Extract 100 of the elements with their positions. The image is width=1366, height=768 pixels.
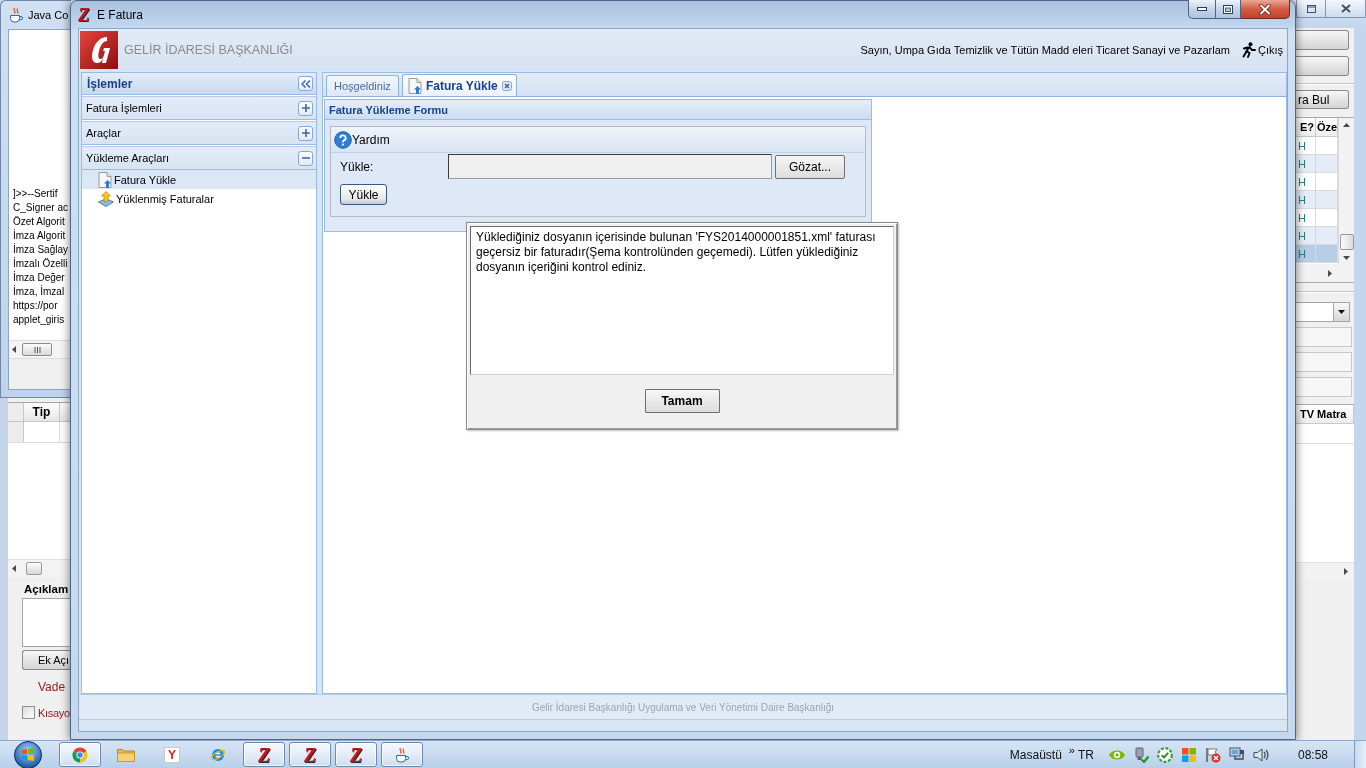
toggle-button[interactable] [298, 125, 313, 141]
close-icon[interactable] [501, 80, 512, 91]
ok-button[interactable]: Tamam [644, 389, 720, 413]
network-icon[interactable] [1228, 746, 1245, 763]
right-arrow-icon[interactable] [1344, 568, 1348, 575]
accordion-header[interactable]: Yükleme Araçları [82, 146, 316, 170]
ringed-circle-icon [210, 746, 226, 763]
collapse-button[interactable] [298, 76, 313, 91]
console-line: İmza Algorit [13, 229, 66, 243]
checkbox[interactable] [22, 706, 35, 719]
accordion-header[interactable]: Fatura İşlemleri [82, 96, 316, 120]
check-circle-icon[interactable] [1156, 746, 1173, 763]
desktop-toolbar[interactable]: Masaüstü [1009, 747, 1062, 762]
file-path-field[interactable] [448, 154, 772, 179]
console-line: İmza Sağlay [13, 243, 69, 257]
dropdown[interactable] [1296, 302, 1350, 322]
find-button[interactable]: ra Bul [1296, 90, 1349, 109]
grip-icon [33, 346, 41, 353]
speaker-icon[interactable] [1252, 746, 1269, 763]
left-arrow-icon[interactable] [12, 346, 16, 353]
logo-icon [80, 31, 118, 69]
maximize-icon [1306, 4, 1316, 13]
console-line: Özet Algorit [13, 215, 65, 229]
console-line: İmza Değer [13, 271, 65, 285]
input-field[interactable] [1296, 352, 1352, 372]
message-text: Yüklediğiniz dosyanın içerisinde bulunan 'FYS2014000001851.xml' faturası geçersiz bir faturadır(Şema kontrolünden geçemedi). Lütfen yüklediğiniz dosyanın içeriğini kontrol ediniz. [470, 226, 894, 375]
window-title: E Fatura [97, 7, 144, 22]
expand-button[interactable]: » [1068, 744, 1075, 756]
toggle-button[interactable] [298, 100, 313, 116]
maximize-icon [1223, 4, 1233, 14]
scrollbar-thumb[interactable] [1339, 234, 1354, 250]
four-pane-orb-icon [14, 740, 42, 768]
greeting-text: Sayın, Umpa Gıda Temizlik ve Tütün Madd eleri Ticaret Sanayi ve Pazarlam [860, 44, 1230, 56]
clock[interactable]: 08:58 [1297, 747, 1328, 762]
close-button[interactable] [1241, 0, 1290, 19]
fieldset-title: Yardım [352, 132, 390, 147]
taskbar-button[interactable]: Y [151, 742, 193, 767]
browse-button[interactable]: Gözat... [775, 154, 845, 179]
close-icon [1340, 4, 1351, 13]
toolbar-button[interactable] [1296, 56, 1349, 76]
console-line: İmza, İmzal [13, 285, 65, 299]
checkbox-label: Kısayo [38, 706, 70, 719]
sidebar-title: İşlemler [87, 76, 133, 91]
coffee-cup-icon [394, 746, 410, 763]
folder-icon [117, 747, 135, 762]
console-line: https://por [13, 299, 58, 313]
logout-link[interactable]: Çıkış [1239, 42, 1283, 58]
tab[interactable]: Hoşgeldiniz [326, 75, 399, 96]
help-icon [334, 130, 352, 149]
double-chevron-left-icon [300, 79, 311, 88]
toolbar-button[interactable] [1296, 30, 1349, 50]
left-arrow-icon[interactable] [12, 565, 16, 572]
caret-down-icon [1338, 310, 1345, 314]
vertical-scrollbar[interactable] [1338, 118, 1354, 264]
minimize-button[interactable] [1188, 0, 1215, 19]
sidebar-item[interactable]: Yüklenmiş Faturalar [82, 189, 316, 208]
field-label: Vade [38, 680, 66, 694]
accordion-header[interactable]: Araçlar [82, 121, 316, 145]
taskbar-button[interactable] [59, 742, 101, 767]
panel-title: Fatura Yükleme Formu [329, 103, 448, 116]
maximize-button[interactable] [1296, 0, 1326, 18]
text-area[interactable] [22, 598, 70, 647]
taskbar-button[interactable] [381, 742, 423, 767]
toggle-button[interactable] [298, 150, 313, 166]
scrollbar-thumb[interactable] [22, 343, 52, 356]
taskbar-button[interactable]: Z [289, 742, 331, 767]
tab[interactable]: Fatura Yükle [401, 74, 517, 96]
right-arrow-icon[interactable] [1328, 269, 1332, 277]
field-label: Açıklam [24, 583, 69, 595]
input-field[interactable] [1296, 377, 1352, 397]
flag-x-icon[interactable] [1204, 746, 1221, 763]
upload-button[interactable]: Yükle [340, 184, 387, 205]
close-icon [1259, 3, 1271, 15]
table-header-cell: Tip [24, 403, 60, 421]
window-title: Java Co [28, 9, 69, 21]
input-field[interactable] [1296, 327, 1352, 347]
field-label: Yükle: [340, 159, 375, 174]
scrollbar-thumb[interactable] [26, 562, 42, 575]
language-indicator[interactable]: TR [1077, 747, 1094, 762]
show-desktop-button[interactable] [1354, 741, 1366, 768]
document-arrow-icon [407, 77, 422, 94]
down-arrow-icon[interactable] [1343, 256, 1350, 260]
squares-icon[interactable] [1180, 746, 1197, 763]
taskbar-button[interactable]: Z [243, 742, 285, 767]
coffee-cup-icon [8, 7, 24, 23]
document-arrow-icon [98, 171, 112, 188]
taskbar-button[interactable]: Z [335, 742, 377, 767]
console-line: applet_giris [13, 313, 65, 327]
console-line: ]>>--Sertif [13, 187, 58, 201]
close-button[interactable] [1326, 0, 1366, 18]
eye-icon[interactable] [1108, 748, 1125, 761]
console-line: İmzalı Özelli [13, 257, 68, 271]
ring-logo-icon [72, 746, 88, 763]
sidebar-item[interactable]: Fatura Yükle [82, 170, 316, 189]
up-arrow-icon[interactable] [1343, 123, 1350, 127]
footer-text: Gelir İdaresi Başkanlığı Uygulama ve Veri Yönetimi Daire Başkanlığı [531, 701, 835, 713]
attachment-button[interactable]: Ek Açı [22, 650, 70, 670]
maximize-button[interactable] [1215, 0, 1241, 19]
device-check-icon[interactable] [1132, 746, 1149, 763]
tray-arrow-icon [98, 190, 114, 207]
